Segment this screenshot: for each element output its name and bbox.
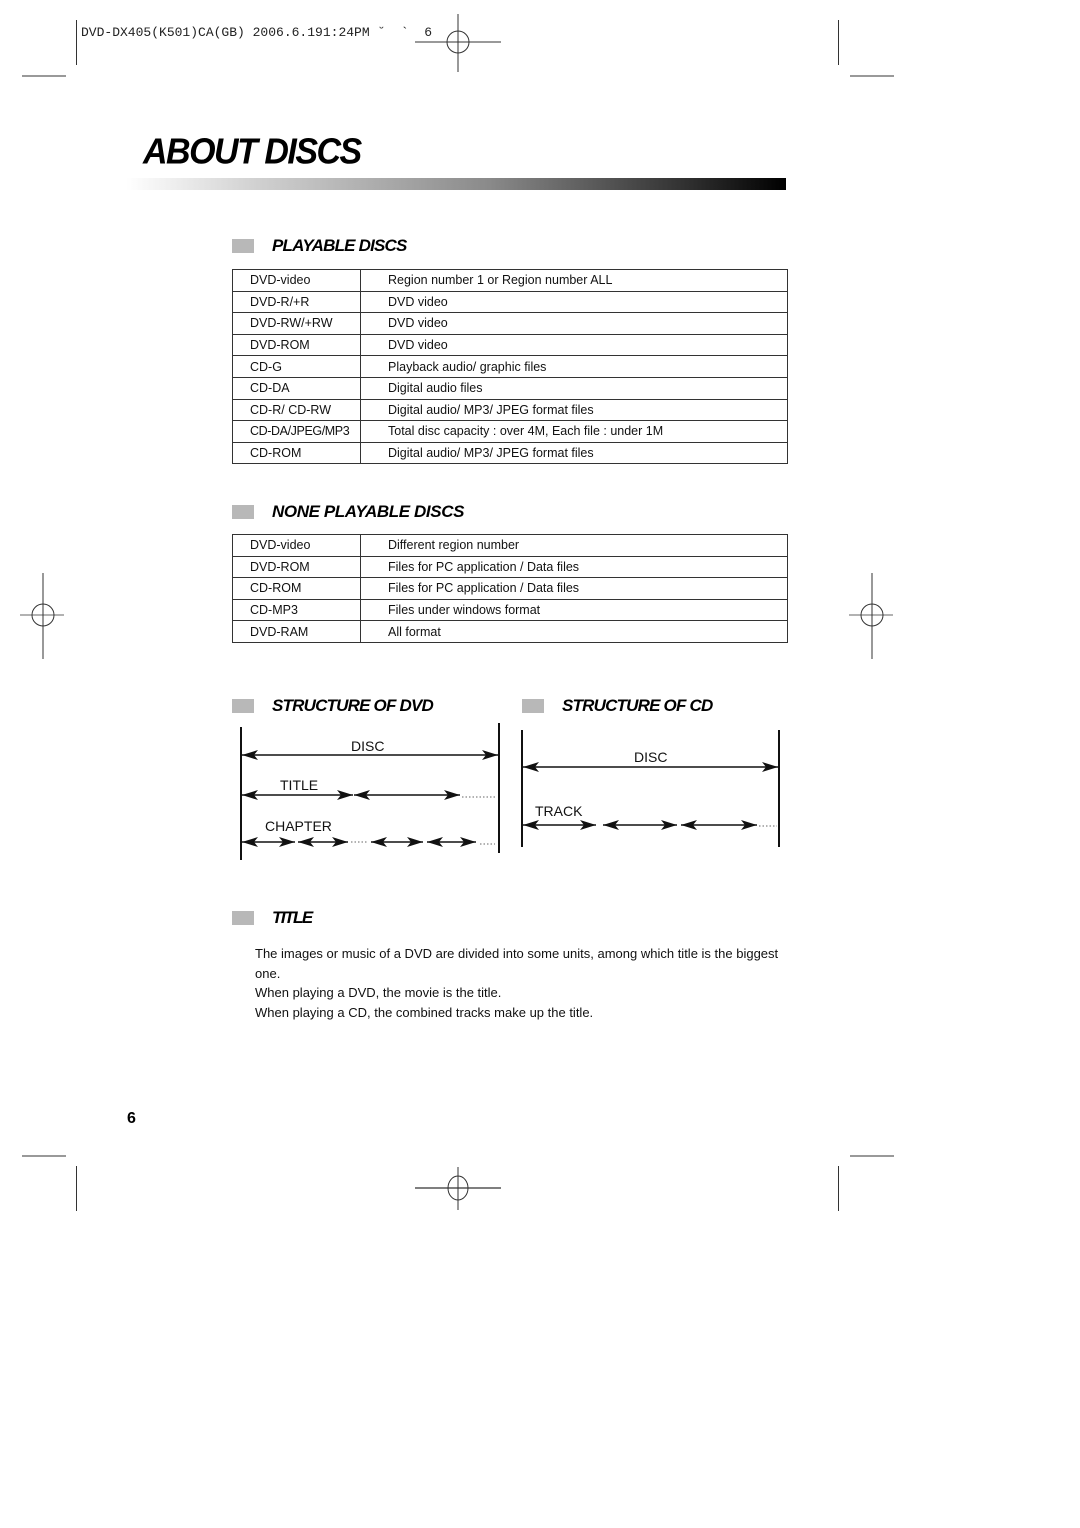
disc-type: DVD-ROM <box>232 333 361 357</box>
section-heading-text: STRUCTURE OF CD <box>562 696 713 715</box>
disc-type: CD-ROM <box>232 577 361 600</box>
crop-mark <box>76 1166 77 1211</box>
section-heading-text: NONE PLAYABLE DISCS <box>272 502 465 521</box>
table-row: CD-ROM Digital audio/ MP3/ JPEG format fi… <box>232 441 788 465</box>
paragraph: When playing a CD, the combined tracks m… <box>255 1004 594 1020</box>
table-row: DVD-ROM Files for PC application / Data f… <box>232 555 788 579</box>
crop-mark <box>76 20 77 65</box>
section-marker <box>232 911 254 925</box>
section-heading-text: PLAYABLE DISCS <box>272 236 407 255</box>
title-gradient-bar <box>126 178 786 190</box>
paragraph: The images or music of a DVD are divided… <box>255 946 779 981</box>
disc-info: Playback audio/ graphic files <box>360 355 788 378</box>
page-title: ABOUT DISCS <box>143 132 362 172</box>
table-row: CD-MP3 Files under windows format <box>232 598 788 622</box>
title-description: The images or music of a DVD are divided… <box>255 944 785 1022</box>
table-row: CD-DA Digital audio files <box>232 376 788 400</box>
crop-mark <box>838 20 839 65</box>
page-number: 6 <box>127 1110 136 1127</box>
disc-info: Digital audio/ MP3/ JPEG format files <box>360 441 788 465</box>
registration-mark-icon <box>20 573 64 659</box>
table-row: CD-G Playback audio/ graphic files <box>232 355 788 378</box>
crop-mark <box>22 75 66 77</box>
disc-label: DISC <box>634 749 667 765</box>
disc-type: DVD-video <box>232 534 361 557</box>
section-heading-playable: PLAYABLE DISCS <box>232 236 407 256</box>
section-heading-title: TITLE <box>232 908 313 928</box>
table-row: DVD-RAM All format <box>232 620 788 643</box>
section-heading-structure-dvd: STRUCTURE OF DVD <box>232 696 434 716</box>
section-heading-text: STRUCTURE OF DVD <box>272 696 434 715</box>
disc-type: CD-R/ CD-RW <box>232 398 361 422</box>
disc-info: Region number 1 or Region number ALL <box>360 269 788 292</box>
disc-info: Files under windows format <box>360 598 788 622</box>
track-label: TRACK <box>535 803 583 819</box>
disc-info: Files for PC application / Data files <box>360 555 788 579</box>
playable-discs-table: DVD-video Region number 1 or Region numbe… <box>232 269 788 465</box>
table-row: DVD-R/+R DVD video <box>232 290 788 314</box>
disc-type: CD-DA <box>232 376 361 400</box>
disc-type: DVD-RW/+RW <box>232 312 361 335</box>
crop-mark <box>838 1166 839 1211</box>
section-marker <box>232 699 254 713</box>
disc-info: Files for PC application / Data files <box>360 577 788 600</box>
title-label: TITLE <box>280 777 318 793</box>
dvd-structure-diagram: DISC TITLE CHAPTER <box>230 720 510 870</box>
disc-type: CD-MP3 <box>232 598 361 622</box>
disc-type: DVD-video <box>232 269 361 292</box>
disc-info: DVD video <box>360 290 788 314</box>
disc-type: CD-G <box>232 355 361 378</box>
table-row: CD-ROM Files for PC application / Data fi… <box>232 577 788 600</box>
table-row: DVD-ROM DVD video <box>232 333 788 357</box>
table-row: CD-R/ CD-RW Digital audio/ MP3/ JPEG form… <box>232 398 788 422</box>
disc-type: CD-DA/JPEG/MP3 <box>232 420 361 443</box>
section-heading-none-playable: NONE PLAYABLE DISCS <box>232 502 464 522</box>
crop-mark <box>850 75 894 77</box>
disc-type: CD-ROM <box>232 441 361 465</box>
disc-info: Different region number <box>360 534 788 557</box>
crop-mark <box>22 1155 66 1157</box>
table-row: DVD-RW/+RW DVD video <box>232 312 788 335</box>
disc-label: DISC <box>351 738 384 754</box>
registration-mark-icon <box>415 1167 501 1210</box>
section-marker <box>522 699 544 713</box>
print-slug: DVD-DX405(K501)CA(GB) 2006.6.191:24PM ˘ … <box>81 25 433 40</box>
disc-type: DVD-ROM <box>232 555 361 579</box>
table-row: DVD-video Region number 1 or Region numbe… <box>232 269 788 292</box>
paragraph: When playing a DVD, the movie is the tit… <box>255 985 502 1000</box>
crop-mark <box>850 1155 894 1157</box>
table-row: CD-DA/JPEG/MP3 Total disc capacity : over… <box>232 420 788 443</box>
disc-info: DVD video <box>360 333 788 357</box>
disc-info: Digital audio files <box>360 376 788 400</box>
non-playable-discs-table: DVD-video Different region number DVD-ROM… <box>232 534 788 643</box>
disc-info: Digital audio/ MP3/ JPEG format files <box>360 398 788 422</box>
registration-mark-icon <box>415 14 501 72</box>
disc-type: DVD-RAM <box>232 620 361 643</box>
chapter-label: CHAPTER <box>265 818 332 834</box>
table-row: DVD-video Different region number <box>232 534 788 557</box>
disc-info: Total disc capacity : over 4M, Each file… <box>360 420 788 443</box>
section-heading-structure-cd: STRUCTURE OF CD <box>522 696 713 716</box>
section-heading-text: TITLE <box>272 908 313 927</box>
cd-structure-diagram: DISC TRACK <box>515 725 790 860</box>
disc-type: DVD-R/+R <box>232 290 361 314</box>
section-marker <box>232 505 254 519</box>
disc-info: All format <box>360 620 788 643</box>
disc-info: DVD video <box>360 312 788 335</box>
registration-mark-icon <box>849 573 893 659</box>
section-marker <box>232 239 254 253</box>
